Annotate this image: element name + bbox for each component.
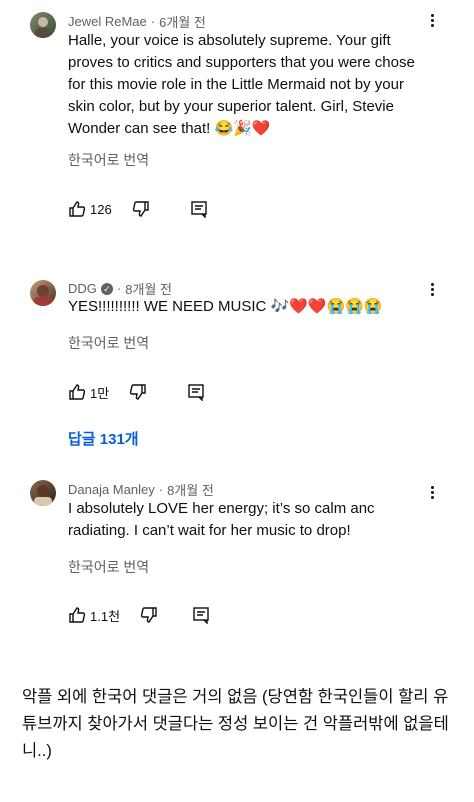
comment-time: 8개월 전 [167, 483, 214, 498]
avatar-image [34, 485, 52, 506]
thumbs-up-icon[interactable] [68, 200, 86, 218]
comment-actions: 126 [68, 199, 208, 219]
separator-dot: · [158, 482, 164, 497]
avatar[interactable] [30, 480, 56, 506]
avatar[interactable] [30, 12, 56, 38]
thumbs-up-icon[interactable] [68, 383, 86, 401]
like-count: 1만 [90, 385, 110, 401]
translate-link[interactable]: 한국어로 번역 [68, 150, 149, 170]
comment-actions: 1만 [68, 382, 205, 402]
thumbs-up-icon[interactable] [68, 606, 86, 624]
comment-meta: Jewel ReMae · 6개월 전 [68, 12, 206, 31]
comment-actions: 1.1천 [68, 605, 210, 625]
author-name[interactable]: DDG [68, 281, 97, 296]
comment-text: Halle, your voice is absolutely supreme.… [68, 32, 415, 137]
translate-link[interactable]: 한국어로 번역 [68, 333, 149, 353]
like-count: 1.1천 [90, 608, 121, 624]
translate-link[interactable]: 한국어로 번역 [68, 557, 149, 577]
reply-icon[interactable] [190, 200, 208, 218]
like-count: 126 [90, 201, 112, 217]
separator-dot: · [116, 281, 122, 296]
reply-icon[interactable] [192, 606, 210, 624]
author-name[interactable]: Danaja Manley [68, 482, 155, 497]
author-name[interactable]: Jewel ReMae [68, 14, 147, 29]
thumbs-down-icon[interactable] [140, 606, 158, 624]
comment-text: I absolutely LOVE her energy; it’s so ca… [68, 500, 375, 539]
post-caption: 악플 외에 한국어 댓글은 거의 없음 (당연함 한국인들이 할리 유튜브까지 … [22, 688, 449, 760]
separator-dot: · [150, 14, 156, 29]
reply-icon[interactable] [187, 383, 205, 401]
comment-time: 6개월 전 [159, 15, 206, 30]
comment-meta: Danaja Manley · 8개월 전 [68, 480, 214, 499]
thumbs-down-icon[interactable] [132, 200, 150, 218]
avatar[interactable] [30, 280, 56, 306]
comment-text: YES!!!!!!!!!! WE NEED MUSIC 🎶❤️❤️😭😭😭 [68, 298, 383, 315]
avatar-image [34, 285, 52, 306]
verified-check-icon: ✓ [100, 282, 113, 295]
avatar-image [35, 17, 51, 38]
view-replies-link[interactable]: 답글 131개 [68, 428, 139, 449]
more-vert-icon[interactable] [424, 12, 440, 32]
thumbs-down-icon[interactable] [129, 383, 147, 401]
more-vert-icon[interactable] [424, 484, 440, 504]
